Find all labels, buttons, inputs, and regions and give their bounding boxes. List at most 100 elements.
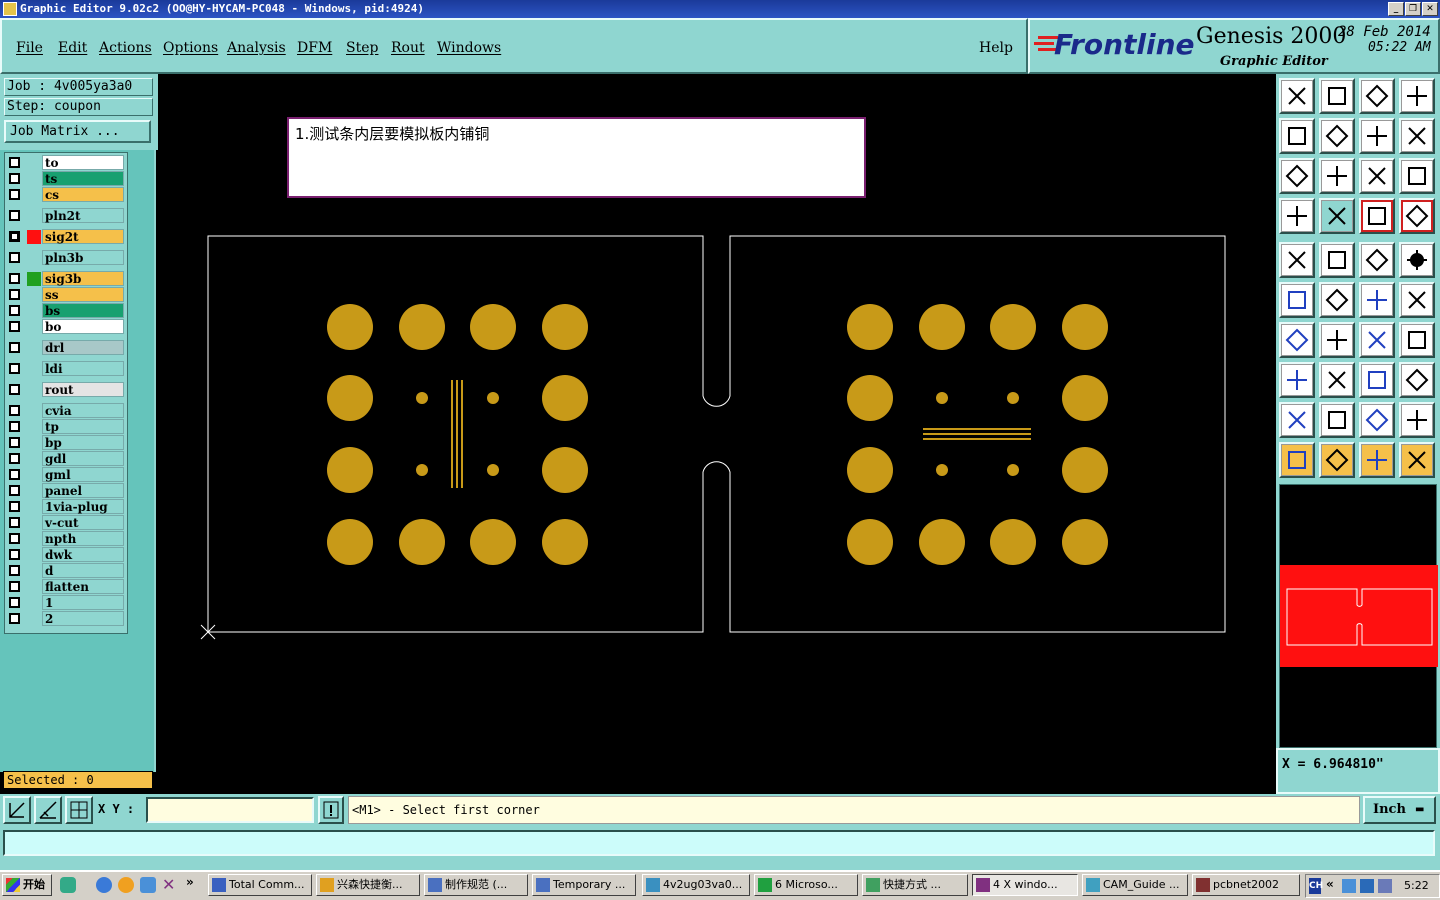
- layer-name[interactable]: pln2t: [42, 208, 124, 223]
- layer-row-bp[interactable]: bp: [5, 435, 129, 450]
- help-icon[interactable]: [1399, 158, 1435, 194]
- layer-checkbox[interactable]: [9, 549, 20, 560]
- layer-checkbox[interactable]: [9, 501, 20, 512]
- shape-icon[interactable]: [1279, 362, 1315, 398]
- layer-row-rout[interactable]: rout: [5, 382, 129, 397]
- layer-name[interactable]: panel: [42, 483, 124, 498]
- layer-name[interactable]: gdl: [42, 451, 124, 466]
- layer-row-drl[interactable]: drl: [5, 340, 129, 355]
- layer-checkbox[interactable]: [9, 173, 20, 184]
- layer-name[interactable]: rout: [42, 382, 124, 397]
- menu-windows[interactable]: Windows: [437, 40, 501, 56]
- layer-checkbox[interactable]: [9, 469, 20, 480]
- layer-checkbox[interactable]: [9, 157, 20, 168]
- group-icon[interactable]: [1399, 362, 1435, 398]
- layer-checkbox[interactable]: [9, 321, 20, 332]
- cross-icon[interactable]: [1319, 282, 1355, 318]
- measure-icon[interactable]: [1359, 362, 1395, 398]
- prev-icon[interactable]: [1279, 118, 1315, 154]
- menu-file[interactable]: File: [16, 40, 43, 56]
- layer-checkbox[interactable]: [9, 342, 20, 353]
- layer-row-tp[interactable]: tp: [5, 419, 129, 434]
- scale-icon[interactable]: [1359, 158, 1395, 194]
- layer-name[interactable]: 1: [42, 595, 124, 610]
- connect-icon[interactable]: [1359, 282, 1395, 318]
- tri-alt-icon[interactable]: [1319, 402, 1355, 438]
- grid-icon[interactable]: [1319, 198, 1355, 234]
- taskbar-item[interactable]: Total Comm...: [208, 874, 312, 896]
- pad-icon[interactable]: [1279, 242, 1315, 278]
- layer-checkbox[interactable]: [9, 613, 20, 624]
- layer-checkbox[interactable]: [9, 289, 20, 300]
- save-icon[interactable]: [1319, 78, 1355, 114]
- arch-icon[interactable]: [1359, 402, 1395, 438]
- route-icon[interactable]: [1399, 442, 1435, 478]
- pointer-icon[interactable]: [1279, 442, 1315, 478]
- layer-row-sig2t[interactable]: sig2t: [5, 229, 129, 244]
- job-matrix-button[interactable]: Job Matrix ...: [4, 120, 151, 143]
- layer-row-ldi[interactable]: ldi: [5, 361, 129, 376]
- layer-name[interactable]: sig3b: [42, 271, 124, 286]
- redo-icon[interactable]: [1399, 118, 1435, 154]
- circle-icon[interactable]: [1399, 242, 1435, 278]
- layer-name[interactable]: bp: [42, 435, 124, 450]
- menu-edit[interactable]: Edit: [58, 40, 87, 56]
- layer-row-1via-plug[interactable]: 1via-plug: [5, 499, 129, 514]
- align-icon[interactable]: [1399, 322, 1435, 358]
- close-button[interactable]: ✕: [1422, 2, 1438, 16]
- select-icon[interactable]: [1319, 442, 1355, 478]
- layer-checkbox[interactable]: [9, 405, 20, 416]
- layer-name[interactable]: sig2t: [42, 229, 124, 244]
- zoom-fit-icon[interactable]: [3, 796, 31, 824]
- display-icon[interactable]: [1360, 879, 1374, 893]
- taskbar-item[interactable]: Temporary ...: [532, 874, 636, 896]
- snap-alt-icon[interactable]: [1399, 198, 1435, 234]
- layer-row-d[interactable]: d: [5, 563, 129, 578]
- layer-name[interactable]: tp: [42, 419, 124, 434]
- snap-icon[interactable]: [1359, 198, 1395, 234]
- layer-name[interactable]: to: [42, 155, 124, 170]
- taskbar-item[interactable]: 兴森快捷衡...: [316, 874, 420, 896]
- layer-row-dwk[interactable]: dwk: [5, 547, 129, 562]
- taskbar-item[interactable]: 制作规范 (...: [424, 874, 528, 896]
- menu-rout[interactable]: Rout: [391, 40, 425, 56]
- layer-checkbox[interactable]: [9, 485, 20, 496]
- menu-analysis[interactable]: Analysis: [227, 40, 286, 56]
- maximize-button[interactable]: ❐: [1405, 2, 1421, 16]
- select-alt-icon[interactable]: [1359, 442, 1395, 478]
- navigation-preview[interactable]: [1279, 484, 1438, 748]
- layer-name[interactable]: dwk: [42, 547, 124, 562]
- layer-row-ss[interactable]: ss: [5, 287, 129, 302]
- layer-checkbox[interactable]: [9, 210, 20, 221]
- layer-row-cvia[interactable]: cvia: [5, 403, 129, 418]
- clock-app-icon[interactable]: [118, 877, 134, 893]
- layer-name[interactable]: cvia: [42, 403, 124, 418]
- menu-step[interactable]: Step: [346, 40, 378, 56]
- layer-row-to[interactable]: to: [5, 155, 129, 170]
- tri-icon[interactable]: [1279, 402, 1315, 438]
- browser-icon[interactable]: [140, 877, 156, 893]
- layer-name[interactable]: ss: [42, 287, 124, 302]
- layer-checkbox[interactable]: [9, 597, 20, 608]
- layer-row-pln2t[interactable]: pln2t: [5, 208, 129, 223]
- layer-name[interactable]: d: [42, 563, 124, 578]
- layer-name[interactable]: gml: [42, 467, 124, 482]
- start-button[interactable]: 开始: [2, 874, 52, 896]
- layer-row-1[interactable]: 1: [5, 595, 129, 610]
- tray-expand-icon[interactable]: «: [1326, 877, 1334, 891]
- taskbar-item[interactable]: 快捷方式 ...: [862, 874, 968, 896]
- layer-row-v-cut[interactable]: v-cut: [5, 515, 129, 530]
- menu-actions[interactable]: Actions: [99, 40, 152, 56]
- home-icon[interactable]: [1359, 78, 1395, 114]
- layer-name[interactable]: bo: [42, 319, 124, 334]
- next-icon[interactable]: [1319, 118, 1355, 154]
- language-indicator[interactable]: CH: [1309, 878, 1323, 894]
- layer-row-sig3b[interactable]: sig3b: [5, 271, 129, 286]
- layer-name[interactable]: drl: [42, 340, 124, 355]
- layer-checkbox[interactable]: [9, 252, 20, 263]
- taskbar-item[interactable]: 4v2ug03va0...: [642, 874, 750, 896]
- taskbar-item[interactable]: pcbnet2002: [1192, 874, 1300, 896]
- grid-snap-icon[interactable]: [65, 796, 93, 824]
- layer-row-npth[interactable]: npth: [5, 531, 129, 546]
- layer-name[interactable]: ldi: [42, 361, 124, 376]
